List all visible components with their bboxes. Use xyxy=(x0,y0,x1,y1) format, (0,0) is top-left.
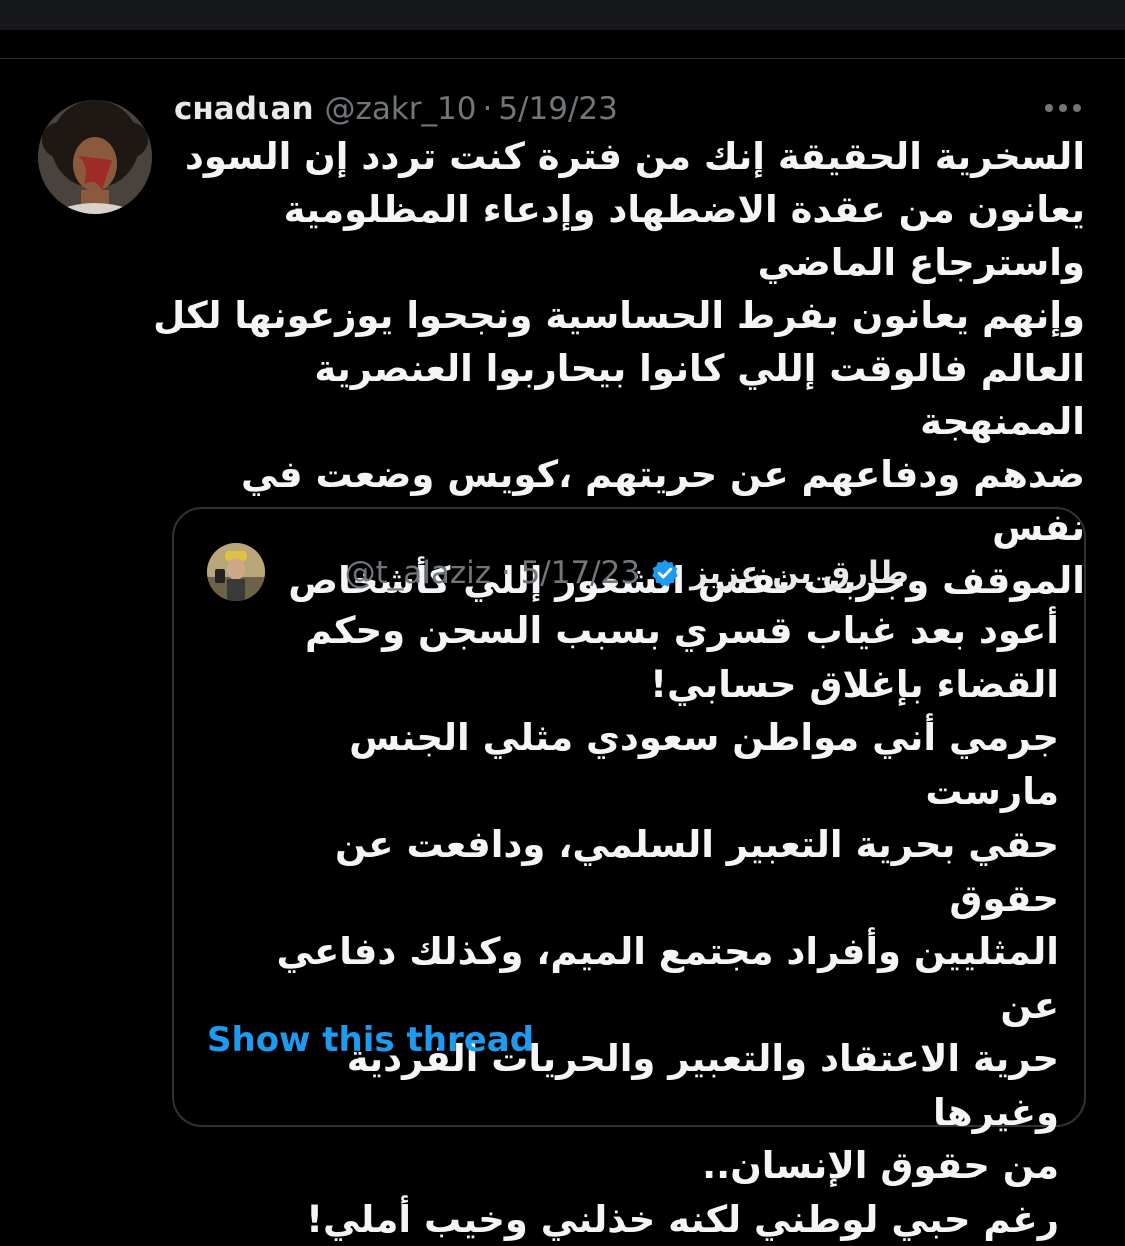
quoted-avatar[interactable] xyxy=(207,543,265,601)
avatar[interactable] xyxy=(38,100,152,214)
handle[interactable]: @zakr_10 xyxy=(325,91,477,127)
show-thread-link[interactable]: Show this thread xyxy=(207,1020,534,1060)
separator-dot: · xyxy=(482,91,493,127)
quoted-handle[interactable]: @t_alaziz xyxy=(345,555,491,591)
top-bar xyxy=(0,0,1125,30)
quoted-display-name[interactable]: طارق بن عزيز xyxy=(690,555,909,591)
quoted-tweet-header: طارق بن عزيز @t_alaziz · 5/17/23 xyxy=(345,548,909,598)
avatar-image xyxy=(38,100,152,214)
tweet-date[interactable]: 5/19/23 xyxy=(498,91,618,127)
quoted-avatar-image xyxy=(207,543,265,601)
tweet-header: cʜadɩan @zakr_10 · 5/19/23 xyxy=(174,84,618,134)
quoted-separator-dot: · xyxy=(500,555,511,591)
more-options-button[interactable] xyxy=(1030,86,1096,130)
more-horizontal-icon xyxy=(1045,104,1081,112)
display-name[interactable]: cʜadɩan xyxy=(174,91,314,127)
divider xyxy=(0,58,1125,59)
quoted-date[interactable]: 5/17/23 xyxy=(521,555,641,591)
verified-badge-icon xyxy=(650,558,680,588)
quoted-meta: @t_alaziz · 5/17/23 xyxy=(345,555,641,591)
quoted-tweet-text: أعود بعد غياب قسري بسبب السجن وحكم القضا… xyxy=(276,609,1059,1241)
